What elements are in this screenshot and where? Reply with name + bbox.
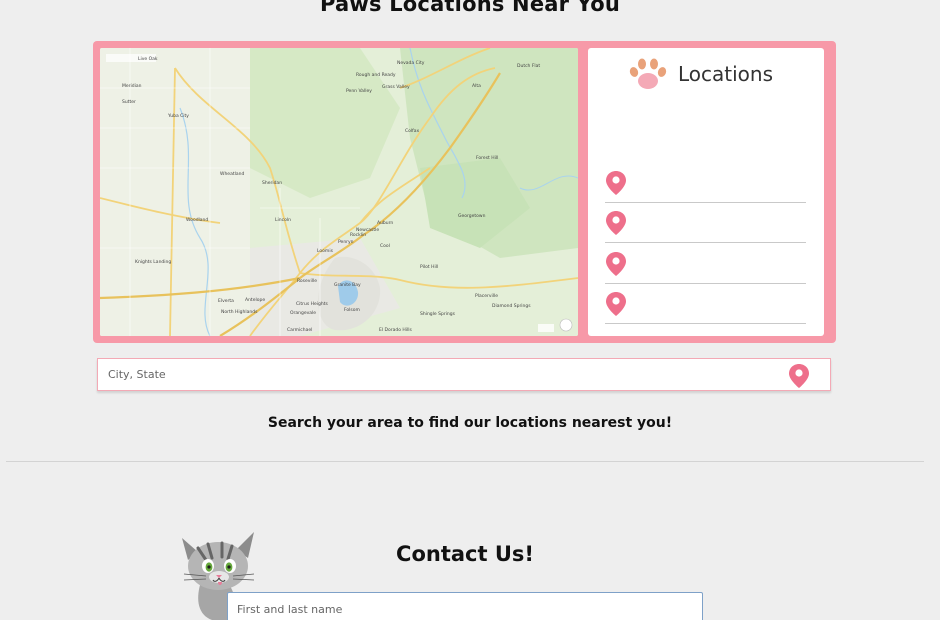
map-pin-icon (606, 292, 626, 317)
locations-list (605, 162, 806, 324)
map-label: Shingle Springs (420, 312, 455, 317)
map-label: Woodland (186, 218, 209, 223)
location-item[interactable] (605, 243, 806, 284)
map-label: Rough and Ready (356, 73, 396, 78)
map-label: Elverta (218, 299, 234, 304)
map-label: Folsom (344, 308, 360, 313)
map-label: Forest Hill (476, 156, 499, 161)
location-item[interactable] (605, 284, 806, 324)
map-label: Knights Landing (135, 260, 172, 265)
map-label: Auburn (377, 221, 394, 226)
map-label: Nevada City (397, 61, 425, 66)
map-label: Carmichael (287, 328, 313, 333)
locations-title: Locations (678, 62, 774, 86)
map-label: Wheatland (220, 172, 245, 177)
search-hint: Search your area to find our locations n… (267, 415, 673, 431)
map-label: Diamond Springs (492, 304, 531, 309)
map-label: Pilot Hill (420, 265, 439, 270)
map-label: Grass Valley (382, 85, 410, 90)
locations-header: Locations (628, 57, 773, 91)
map-label: Orangevale (290, 311, 317, 316)
paw-icon (629, 58, 667, 89)
map-pin-icon (606, 251, 626, 276)
map-pin-icon (789, 364, 809, 388)
map-label: Roseville (297, 279, 317, 284)
map-label: Penryn (338, 240, 354, 245)
map-label: Rocklin (350, 233, 367, 238)
map-label: El Dorado Hills (379, 328, 412, 333)
map-label: Newcastle (356, 228, 380, 233)
search-button[interactable] (788, 363, 810, 393)
map-label: Georgetown (458, 214, 486, 219)
map-label: Yuba City (168, 114, 189, 119)
map[interactable]: Yuba City Sutter Live Oak Meridian Sheri… (100, 48, 578, 336)
map-graphic (100, 48, 578, 336)
location-search-bar (97, 358, 831, 391)
map-label: Placerville (475, 294, 498, 299)
map-label: North Highlands (221, 310, 258, 315)
map-label: Cool (380, 244, 390, 249)
store-locator: Yuba City Sutter Live Oak Meridian Sheri… (93, 41, 836, 343)
map-label: Antelope (245, 298, 266, 303)
locations-panel: Locations (588, 48, 824, 336)
contact-title: Contact Us! (396, 542, 534, 566)
map-label: Penn Valley (346, 89, 372, 94)
map-label: Sheridan (262, 181, 283, 186)
map-label: Citrus Heights (296, 302, 328, 307)
map-label: Granite Bay (334, 283, 361, 288)
map-pin-icon (606, 170, 626, 195)
page-title: Paws Locations Near You (320, 0, 620, 16)
city-state-input[interactable] (98, 359, 778, 390)
map-label: Live Oak (138, 57, 158, 62)
map-pin-icon (606, 211, 626, 236)
section-divider (6, 461, 924, 462)
map-label: Sutter (122, 100, 136, 105)
map-label: Lincoln (275, 218, 291, 223)
map-label: Dutch Flat (517, 64, 541, 69)
map-label: Meridian (122, 84, 142, 89)
map-label: Alta (472, 84, 481, 89)
name-field[interactable] (227, 592, 703, 620)
map-label: Loomis (317, 249, 333, 254)
map-label: Colfax (405, 129, 420, 134)
location-item[interactable] (605, 203, 806, 243)
location-item[interactable] (605, 162, 806, 203)
